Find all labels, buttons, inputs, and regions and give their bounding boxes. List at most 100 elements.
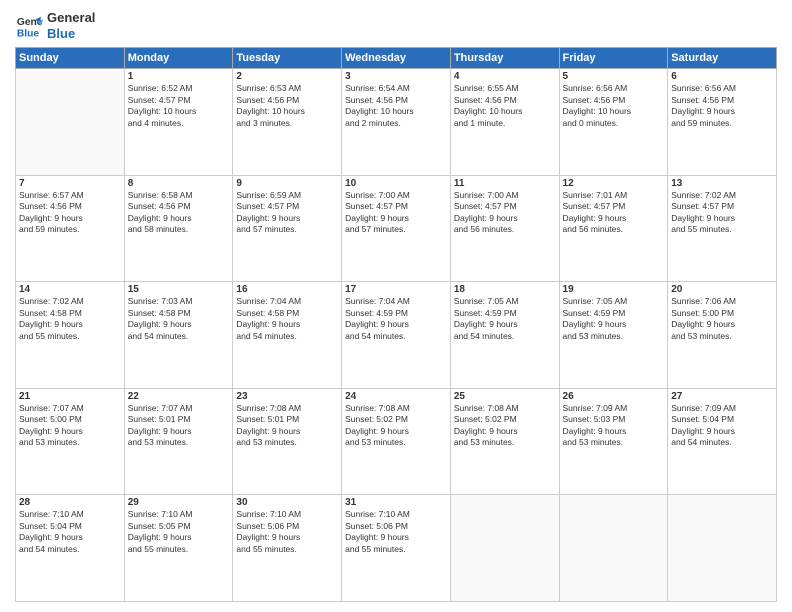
day-number: 28 [19,497,121,508]
day-info: Sunrise: 7:08 AMSunset: 5:01 PMDaylight:… [236,403,338,449]
day-number: 25 [454,391,556,402]
day-number: 21 [19,391,121,402]
day-number: 14 [19,284,121,295]
calendar-cell: 9Sunrise: 6:59 AMSunset: 4:57 PMDaylight… [233,175,342,282]
day-info: Sunrise: 7:06 AMSunset: 5:00 PMDaylight:… [671,296,773,342]
logo-icon: General Blue [15,12,43,40]
day-number: 16 [236,284,338,295]
weekday-header-wednesday: Wednesday [342,48,451,69]
calendar-cell [559,495,668,602]
logo: General Blue General Blue [15,10,95,41]
calendar-cell: 24Sunrise: 7:08 AMSunset: 5:02 PMDayligh… [342,388,451,495]
day-number: 19 [563,284,665,295]
weekday-header-row: SundayMondayTuesdayWednesdayThursdayFrid… [16,48,777,69]
calendar-cell: 1Sunrise: 6:52 AMSunset: 4:57 PMDaylight… [124,69,233,176]
calendar-cell: 4Sunrise: 6:55 AMSunset: 4:56 PMDaylight… [450,69,559,176]
weekday-header-thursday: Thursday [450,48,559,69]
calendar-cell: 27Sunrise: 7:09 AMSunset: 5:04 PMDayligh… [668,388,777,495]
calendar-cell: 25Sunrise: 7:08 AMSunset: 5:02 PMDayligh… [450,388,559,495]
day-info: Sunrise: 6:54 AMSunset: 4:56 PMDaylight:… [345,83,447,129]
day-info: Sunrise: 7:07 AMSunset: 5:00 PMDaylight:… [19,403,121,449]
calendar-cell: 29Sunrise: 7:10 AMSunset: 5:05 PMDayligh… [124,495,233,602]
calendar-week-row: 14Sunrise: 7:02 AMSunset: 4:58 PMDayligh… [16,282,777,389]
day-number: 23 [236,391,338,402]
day-info: Sunrise: 6:57 AMSunset: 4:56 PMDaylight:… [19,190,121,236]
day-info: Sunrise: 7:10 AMSunset: 5:05 PMDaylight:… [128,509,230,555]
calendar-week-row: 28Sunrise: 7:10 AMSunset: 5:04 PMDayligh… [16,495,777,602]
day-info: Sunrise: 7:08 AMSunset: 5:02 PMDaylight:… [454,403,556,449]
calendar-cell [16,69,125,176]
day-number: 15 [128,284,230,295]
weekday-header-tuesday: Tuesday [233,48,342,69]
day-info: Sunrise: 7:00 AMSunset: 4:57 PMDaylight:… [454,190,556,236]
calendar-cell: 3Sunrise: 6:54 AMSunset: 4:56 PMDaylight… [342,69,451,176]
calendar-cell: 8Sunrise: 6:58 AMSunset: 4:56 PMDaylight… [124,175,233,282]
calendar-cell: 2Sunrise: 6:53 AMSunset: 4:56 PMDaylight… [233,69,342,176]
day-info: Sunrise: 6:52 AMSunset: 4:57 PMDaylight:… [128,83,230,129]
day-info: Sunrise: 7:10 AMSunset: 5:06 PMDaylight:… [345,509,447,555]
day-info: Sunrise: 7:05 AMSunset: 4:59 PMDaylight:… [454,296,556,342]
page: General Blue General Blue SundayMondayTu… [0,0,792,612]
day-number: 24 [345,391,447,402]
calendar-cell: 17Sunrise: 7:04 AMSunset: 4:59 PMDayligh… [342,282,451,389]
calendar-cell: 22Sunrise: 7:07 AMSunset: 5:01 PMDayligh… [124,388,233,495]
day-number: 22 [128,391,230,402]
calendar-cell: 15Sunrise: 7:03 AMSunset: 4:58 PMDayligh… [124,282,233,389]
day-info: Sunrise: 7:04 AMSunset: 4:59 PMDaylight:… [345,296,447,342]
calendar-cell: 14Sunrise: 7:02 AMSunset: 4:58 PMDayligh… [16,282,125,389]
calendar-cell: 6Sunrise: 6:56 AMSunset: 4:56 PMDaylight… [668,69,777,176]
calendar-cell: 12Sunrise: 7:01 AMSunset: 4:57 PMDayligh… [559,175,668,282]
calendar-cell: 23Sunrise: 7:08 AMSunset: 5:01 PMDayligh… [233,388,342,495]
day-info: Sunrise: 7:09 AMSunset: 5:04 PMDaylight:… [671,403,773,449]
day-number: 9 [236,178,338,189]
day-info: Sunrise: 7:00 AMSunset: 4:57 PMDaylight:… [345,190,447,236]
day-number: 4 [454,71,556,82]
calendar-cell: 7Sunrise: 6:57 AMSunset: 4:56 PMDaylight… [16,175,125,282]
header: General Blue General Blue [15,10,777,41]
day-number: 11 [454,178,556,189]
day-number: 13 [671,178,773,189]
day-number: 30 [236,497,338,508]
calendar-cell [450,495,559,602]
day-info: Sunrise: 7:10 AMSunset: 5:04 PMDaylight:… [19,509,121,555]
day-number: 6 [671,71,773,82]
day-info: Sunrise: 7:05 AMSunset: 4:59 PMDaylight:… [563,296,665,342]
day-info: Sunrise: 7:08 AMSunset: 5:02 PMDaylight:… [345,403,447,449]
calendar-table: SundayMondayTuesdayWednesdayThursdayFrid… [15,47,777,602]
calendar-cell: 20Sunrise: 7:06 AMSunset: 5:00 PMDayligh… [668,282,777,389]
calendar-cell: 13Sunrise: 7:02 AMSunset: 4:57 PMDayligh… [668,175,777,282]
calendar-week-row: 21Sunrise: 7:07 AMSunset: 5:00 PMDayligh… [16,388,777,495]
day-info: Sunrise: 6:58 AMSunset: 4:56 PMDaylight:… [128,190,230,236]
calendar-cell [668,495,777,602]
calendar-cell: 26Sunrise: 7:09 AMSunset: 5:03 PMDayligh… [559,388,668,495]
day-info: Sunrise: 6:55 AMSunset: 4:56 PMDaylight:… [454,83,556,129]
calendar-cell: 19Sunrise: 7:05 AMSunset: 4:59 PMDayligh… [559,282,668,389]
calendar-cell: 5Sunrise: 6:56 AMSunset: 4:56 PMDaylight… [559,69,668,176]
logo-text: General Blue [47,10,95,41]
day-info: Sunrise: 7:01 AMSunset: 4:57 PMDaylight:… [563,190,665,236]
day-number: 17 [345,284,447,295]
day-number: 3 [345,71,447,82]
calendar-cell: 10Sunrise: 7:00 AMSunset: 4:57 PMDayligh… [342,175,451,282]
calendar-cell: 18Sunrise: 7:05 AMSunset: 4:59 PMDayligh… [450,282,559,389]
calendar-cell: 30Sunrise: 7:10 AMSunset: 5:06 PMDayligh… [233,495,342,602]
svg-text:Blue: Blue [17,28,40,39]
calendar-cell: 16Sunrise: 7:04 AMSunset: 4:58 PMDayligh… [233,282,342,389]
day-info: Sunrise: 7:03 AMSunset: 4:58 PMDaylight:… [128,296,230,342]
day-number: 27 [671,391,773,402]
calendar-cell: 31Sunrise: 7:10 AMSunset: 5:06 PMDayligh… [342,495,451,602]
day-info: Sunrise: 6:56 AMSunset: 4:56 PMDaylight:… [563,83,665,129]
day-number: 26 [563,391,665,402]
day-info: Sunrise: 7:02 AMSunset: 4:57 PMDaylight:… [671,190,773,236]
day-info: Sunrise: 7:04 AMSunset: 4:58 PMDaylight:… [236,296,338,342]
day-number: 20 [671,284,773,295]
day-number: 8 [128,178,230,189]
day-number: 18 [454,284,556,295]
day-info: Sunrise: 6:53 AMSunset: 4:56 PMDaylight:… [236,83,338,129]
weekday-header-friday: Friday [559,48,668,69]
day-number: 2 [236,71,338,82]
day-number: 1 [128,71,230,82]
day-number: 29 [128,497,230,508]
day-info: Sunrise: 6:56 AMSunset: 4:56 PMDaylight:… [671,83,773,129]
calendar-week-row: 1Sunrise: 6:52 AMSunset: 4:57 PMDaylight… [16,69,777,176]
